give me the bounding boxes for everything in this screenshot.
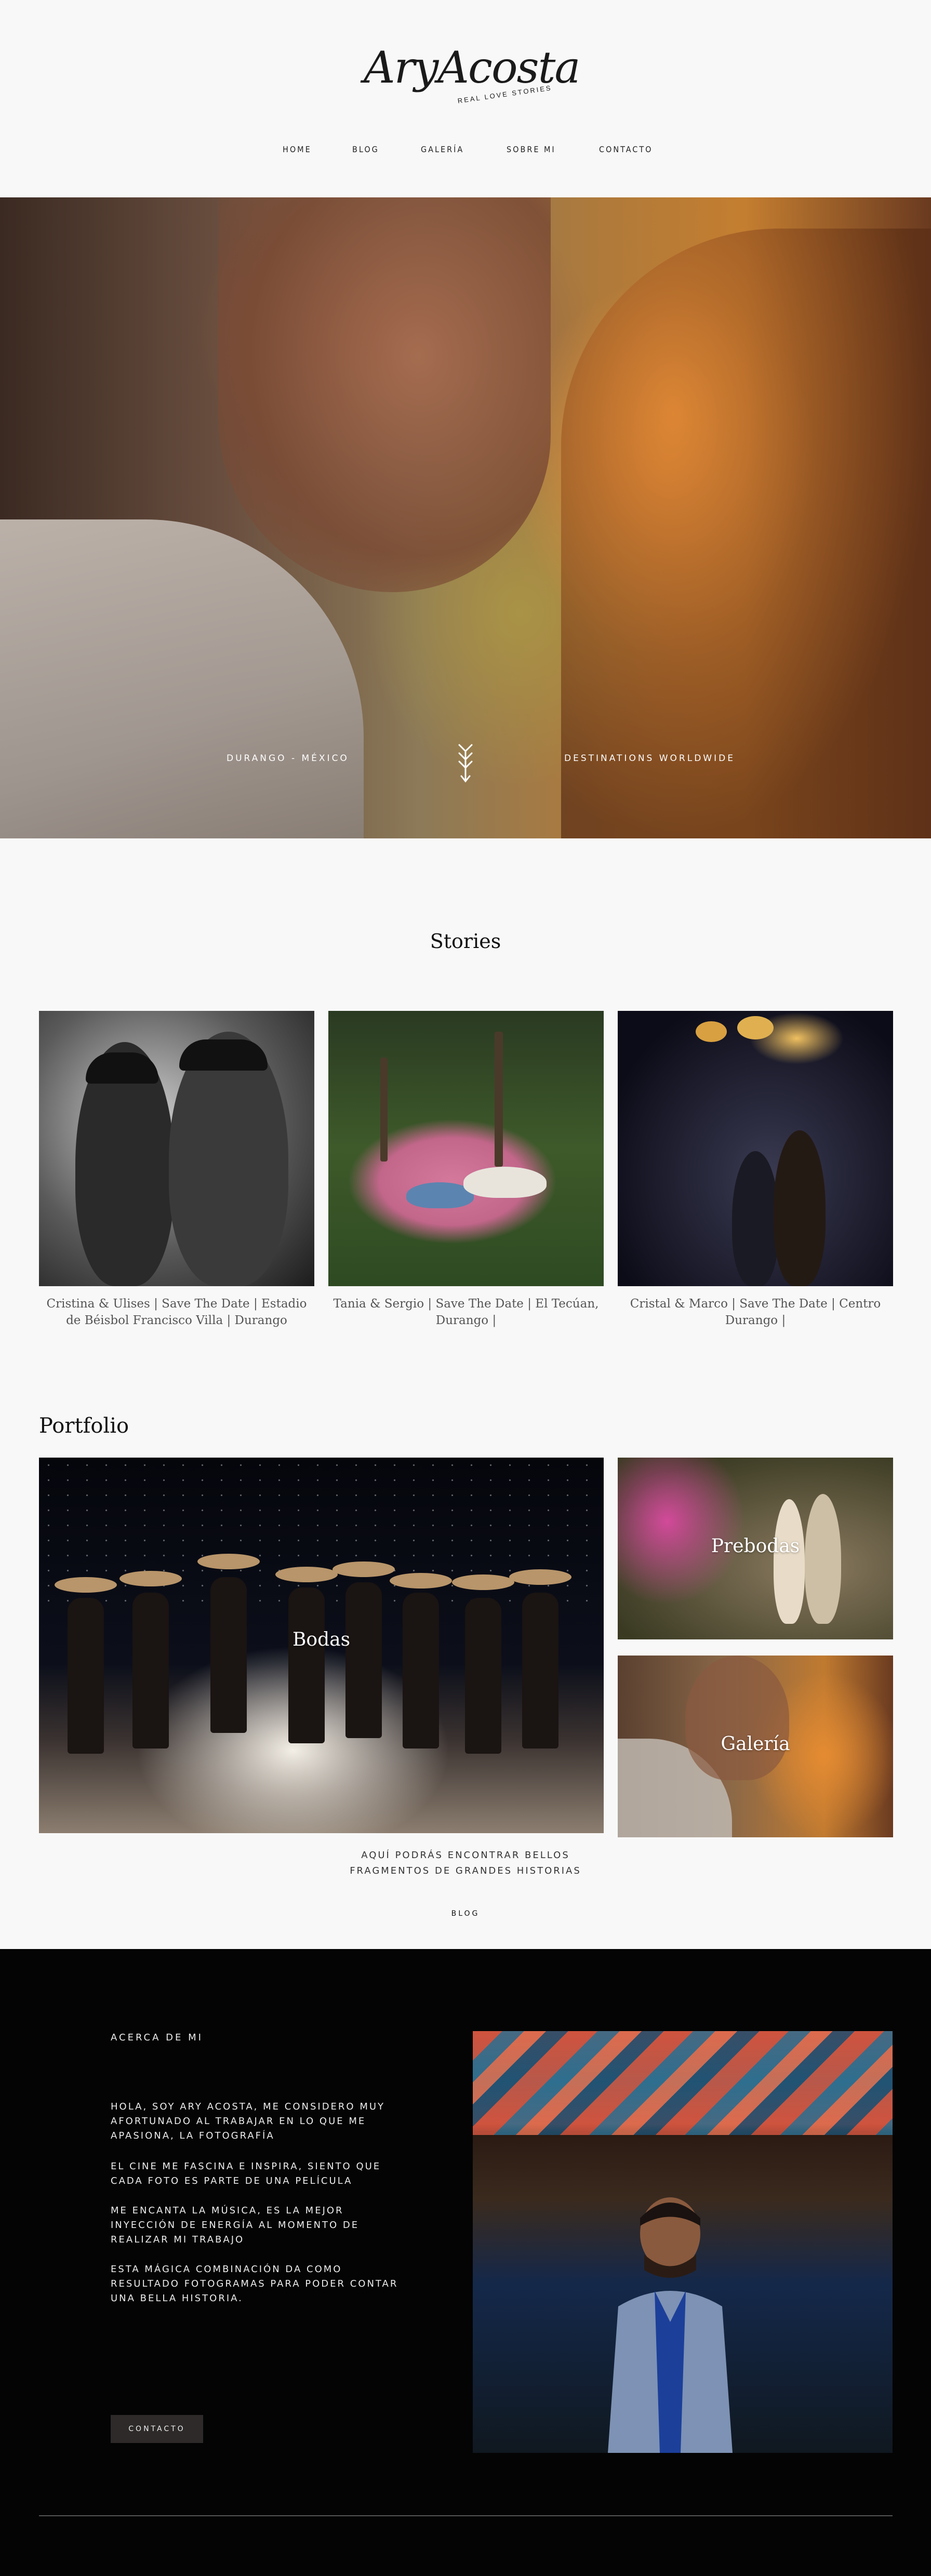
portfolio-tile-prebodas[interactable]: Prebodas bbox=[618, 1458, 893, 1639]
arrow-down-icon[interactable] bbox=[454, 742, 477, 783]
about-heading: ACERCA DE MI bbox=[111, 2032, 203, 2043]
about-photo bbox=[473, 2031, 893, 2453]
story-caption[interactable]: Cristal & Marco | Save The Date | Centro… bbox=[618, 1296, 893, 1329]
hero-bride-shape bbox=[561, 229, 931, 838]
portfolio-description-line2: FRAGMENTOS DE GRANDES HISTORIAS bbox=[350, 1865, 581, 1876]
nav-item-blog[interactable]: BLOG bbox=[352, 144, 379, 154]
portfolio-tile-bodas[interactable]: Bodas bbox=[39, 1458, 604, 1833]
nav-item-contacto[interactable]: CONTACTO bbox=[599, 144, 653, 154]
hero-groom-shape bbox=[218, 197, 551, 592]
portfolio-heading: Portfolio bbox=[39, 1414, 129, 1438]
about-paragraph: EL CINE ME FASCINA E INSPIRA, SIENTO QUE… bbox=[111, 2161, 381, 2186]
portfolio-label[interactable]: Galería bbox=[618, 1733, 893, 1755]
story-card[interactable]: Cristal & Marco | Save The Date | Centro… bbox=[618, 1011, 893, 1329]
story-thumbnail[interactable] bbox=[328, 1011, 604, 1286]
story-caption[interactable]: Tania & Sergio | Save The Date | El Tecú… bbox=[328, 1296, 604, 1329]
nav-item-sobre-mi[interactable]: SOBRE MI bbox=[507, 144, 556, 154]
portfolio-description: AQUÍ PODRÁS ENCONTRAR BELLOS FRAGMENTOS … bbox=[0, 1848, 931, 1879]
portfolio-tile-galeria[interactable]: Galería bbox=[618, 1656, 893, 1837]
hero-caption-location: DURANGO - MÉXICO bbox=[227, 753, 349, 764]
contact-button[interactable]: CONTACTO bbox=[111, 2415, 203, 2443]
nav-item-home[interactable]: HOME bbox=[283, 144, 312, 154]
portfolio-label[interactable]: Prebodas bbox=[618, 1536, 893, 1557]
story-card[interactable]: Tania & Sergio | Save The Date | El Tecú… bbox=[328, 1011, 604, 1329]
portfolio-label[interactable]: Bodas bbox=[39, 1629, 604, 1650]
portfolio-description-line1: AQUÍ PODRÁS ENCONTRAR BELLOS bbox=[361, 1850, 570, 1861]
blog-link[interactable]: BLOG bbox=[0, 1910, 931, 1918]
story-thumbnail[interactable] bbox=[618, 1011, 893, 1286]
site-logo[interactable]: AryAcosta REAL LOVE STORIES bbox=[364, 36, 581, 114]
mural-pattern bbox=[473, 2031, 893, 2135]
footer-divider bbox=[39, 2515, 893, 2516]
story-card[interactable]: Cristina & Ulises | Save The Date | Esta… bbox=[39, 1011, 314, 1329]
photographer-figure bbox=[608, 2197, 733, 2453]
about-paragraph: ME ENCANTA LA MÚSICA, ES LA MEJOR INYECC… bbox=[111, 2205, 360, 2245]
story-caption[interactable]: Cristina & Ulises | Save The Date | Esta… bbox=[39, 1296, 314, 1329]
stories-heading: Stories bbox=[430, 930, 501, 953]
about-paragraph: HOLA, SOY ARY ACOSTA, ME CONSIDERO MUY A… bbox=[111, 2101, 385, 2141]
about-paragraph: ESTA MÁGICA COMBINACIÓN DA COMO RESULTAD… bbox=[111, 2264, 398, 2304]
hero-caption-destinations: DESTINATIONS WORLDWIDE bbox=[564, 753, 735, 764]
night-sky-stars bbox=[39, 1458, 604, 1613]
story-thumbnail[interactable] bbox=[39, 1011, 314, 1286]
about-section: ACERCA DE MI HOLA, SOY ARY ACOSTA, ME CO… bbox=[0, 1949, 931, 2576]
site-header: AryAcosta REAL LOVE STORIES HOME BLOG GA… bbox=[0, 0, 931, 197]
hero-image: DURANGO - MÉXICO DESTINATIONS WORLDWIDE bbox=[0, 197, 931, 838]
nav-item-galeria[interactable]: GALERÍA bbox=[421, 144, 464, 154]
